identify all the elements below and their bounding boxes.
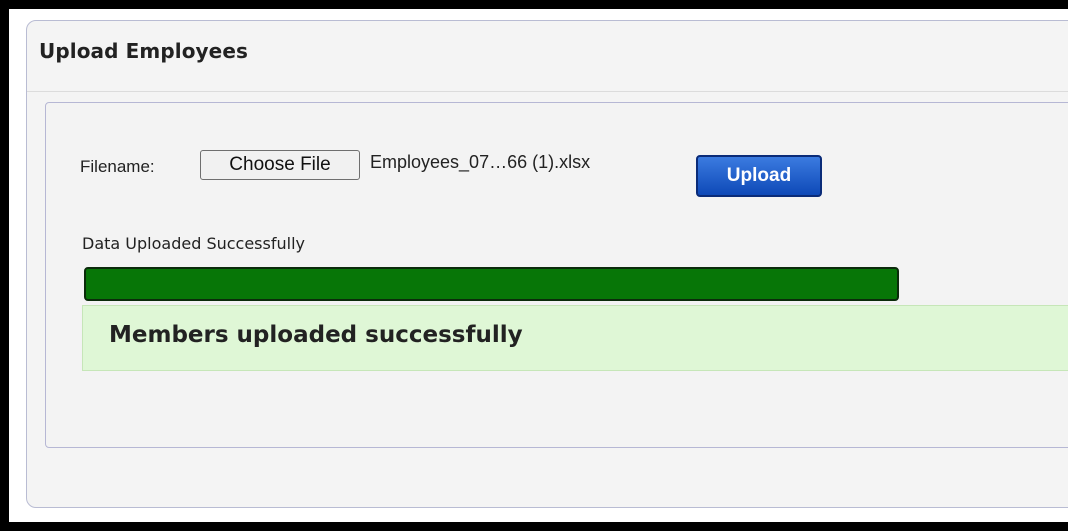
panel-title: Upload Employees xyxy=(39,39,249,63)
choose-file-button[interactable]: Choose File xyxy=(200,150,360,180)
filename-label: Filename: xyxy=(80,157,155,176)
upload-progress-bar xyxy=(84,267,899,301)
upload-status-text: Data Uploaded Successfully xyxy=(82,234,305,253)
header-divider xyxy=(27,91,1068,92)
selected-file-name: Employees_07…66 (1).xlsx xyxy=(370,152,591,172)
upload-button[interactable]: Upload xyxy=(696,155,822,197)
upload-form-box: Filename: Choose File Employees_07…66 (1… xyxy=(45,102,1068,448)
success-alert-message: Members uploaded successfully xyxy=(109,322,523,348)
success-alert: Members uploaded successfully xyxy=(82,305,1068,371)
screenshot-canvas: Upload Employees Filename: Choose File E… xyxy=(9,9,1068,522)
upload-progress-fill xyxy=(84,267,899,301)
upload-employees-panel: Upload Employees Filename: Choose File E… xyxy=(26,20,1068,508)
